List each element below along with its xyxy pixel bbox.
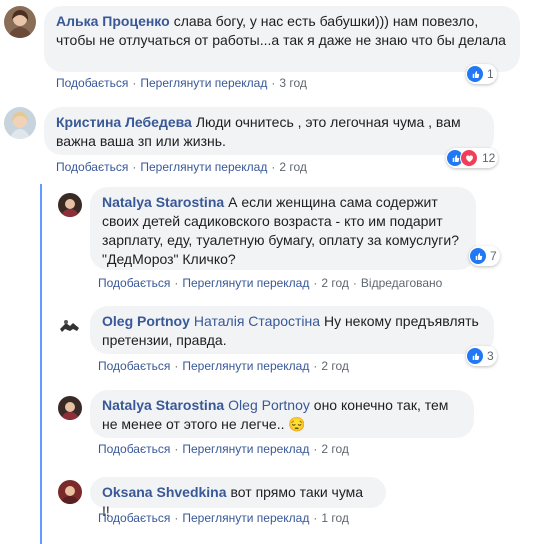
like-link[interactable]: Подобається <box>98 359 170 373</box>
pensive-face-emoji: 😔 <box>288 416 306 432</box>
avatar[interactable] <box>58 480 82 504</box>
comment-bubble: Oksana Shvedkina вот прямо таки чума !! <box>90 477 386 519</box>
comment-author[interactable]: Oksana Shvedkina <box>102 484 227 500</box>
comment-author[interactable]: Oleg Portnoy <box>102 313 190 329</box>
love-icon <box>460 149 478 167</box>
reply-thread-line <box>40 184 42 544</box>
timestamp[interactable]: 2 год <box>279 160 307 174</box>
reaction-summary[interactable]: 1 <box>466 64 497 84</box>
comment-actions: Подобається · Переглянути переклад · 2 год <box>98 442 349 456</box>
like-icon <box>470 248 486 264</box>
avatar[interactable] <box>4 6 36 38</box>
avatar[interactable] <box>58 193 82 217</box>
like-link[interactable]: Подобається <box>98 511 170 525</box>
reaction-count: 3 <box>487 349 494 363</box>
edited-label[interactable]: Відредаговано <box>361 276 442 290</box>
comment-actions: Подобається · Переглянути переклад · 2 год <box>98 359 349 373</box>
reaction-summary[interactable]: 3 <box>466 346 497 366</box>
comment-author[interactable]: Natalya Starostina <box>102 397 224 413</box>
see-translation-link[interactable]: Переглянути переклад <box>182 511 309 525</box>
reaction-count: 12 <box>482 151 496 165</box>
see-translation-link[interactable]: Переглянути переклад <box>140 160 267 174</box>
comment-actions: Подобається · Переглянути переклад · 3 год <box>56 76 307 90</box>
reaction-count: 7 <box>490 249 497 263</box>
timestamp[interactable]: 2 год <box>321 359 349 373</box>
comment-author[interactable]: Алька Проценко <box>56 13 170 29</box>
timestamp[interactable]: 2 год <box>321 442 349 456</box>
avatar[interactable] <box>58 313 82 337</box>
comment-bubble: Natalya Starostina А если женщина сама со… <box>90 187 476 270</box>
comment-bubble: Natalya Starostina Oleg Portnoy оно конеч… <box>90 390 474 438</box>
like-icon <box>467 348 483 364</box>
mention-link[interactable]: Наталія Старостіна <box>194 313 320 329</box>
like-icon <box>467 66 483 82</box>
like-link[interactable]: Подобається <box>56 76 128 90</box>
reaction-summary[interactable]: 7 <box>469 246 500 266</box>
timestamp[interactable]: 1 год <box>321 511 349 525</box>
avatar[interactable] <box>4 107 36 139</box>
comment-bubble: Алька Проценко слава богу, у нас есть баб… <box>44 6 520 72</box>
comment-author[interactable]: Кристина Лебедева <box>56 114 192 130</box>
timestamp[interactable]: 3 год <box>279 76 307 90</box>
avatar[interactable] <box>58 396 82 420</box>
timestamp[interactable]: 2 год <box>321 276 349 290</box>
like-link[interactable]: Подобається <box>56 160 128 174</box>
comment-bubble: Oleg Portnoy Наталія Старостіна Ну некому… <box>90 306 494 354</box>
reaction-summary[interactable]: 12 <box>446 148 499 168</box>
like-link[interactable]: Подобається <box>98 276 170 290</box>
comment-actions: Подобається · Переглянути переклад · 2 год · В… <box>98 276 443 290</box>
mention-link[interactable]: Oleg Portnoy <box>228 397 310 413</box>
reaction-count: 1 <box>487 67 494 81</box>
see-translation-link[interactable]: Переглянути переклад <box>140 76 267 90</box>
comment-bubble: Кристина Лебедева Люди очнитесь , это лег… <box>44 107 494 155</box>
comment-actions: Подобається · Переглянути переклад · 1 год <box>98 511 349 525</box>
comment-author[interactable]: Natalya Starostina <box>102 194 224 210</box>
see-translation-link[interactable]: Переглянути переклад <box>182 276 309 290</box>
like-link[interactable]: Подобається <box>98 442 170 456</box>
see-translation-link[interactable]: Переглянути переклад <box>182 442 309 456</box>
see-translation-link[interactable]: Переглянути переклад <box>182 359 309 373</box>
comment-actions: Подобається · Переглянути переклад · 2 год <box>56 160 307 174</box>
